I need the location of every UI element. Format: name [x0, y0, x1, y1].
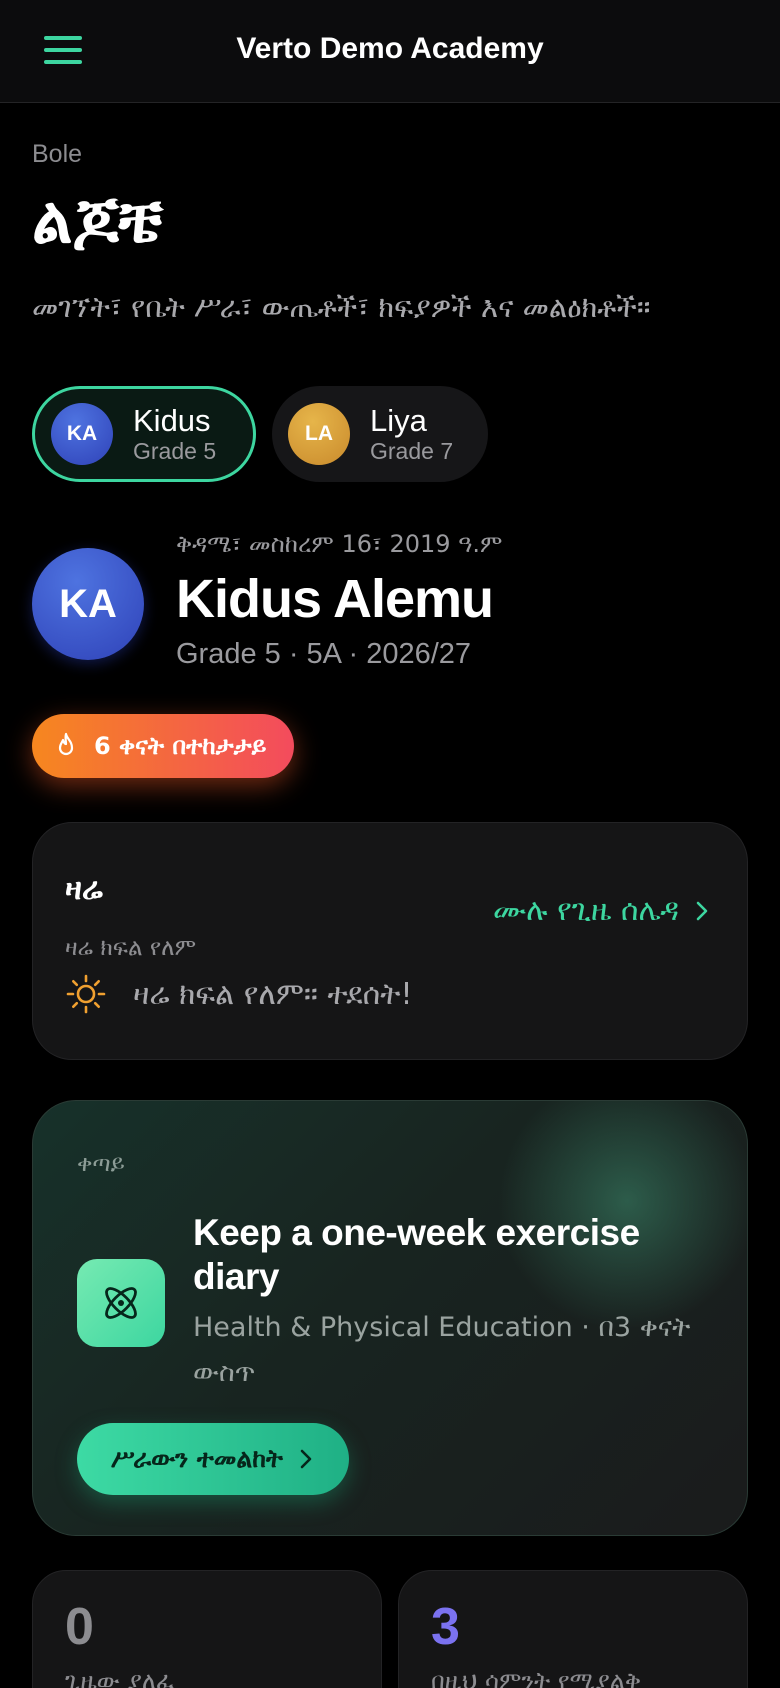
student-name: Kidus Alemu: [176, 569, 494, 629]
page-title: ልጆቼ: [32, 184, 163, 258]
full-schedule-label: ሙሉ የጊዜ ሰሌዳ: [492, 893, 679, 928]
chevron-right-icon: [300, 1449, 312, 1469]
location-label: Bole: [32, 140, 83, 168]
flame-icon: [58, 732, 74, 756]
stat-label: በዚህ ሳምንት የሚያልቅ: [431, 1667, 642, 1688]
chevron-right-icon: [696, 901, 708, 920]
sun-icon: [66, 974, 106, 1014]
student-meta: Grade 5 · 5A · 2026/27: [176, 638, 472, 670]
avatar: KA: [51, 403, 113, 465]
view-task-button[interactable]: ሥራውን ተመልከት: [77, 1423, 349, 1495]
next-task-card: ቀጣይ Keep a one-week exercise diary Healt…: [32, 1100, 748, 1536]
child-name: Kidus: [133, 402, 211, 438]
avatar: LA: [288, 403, 350, 465]
streak-label: 6 ቀናት በተከታታይ: [94, 732, 267, 760]
stat-label: ጊዜው ያለፈ: [65, 1667, 174, 1688]
today-card: ዛሬ ሙሉ የጊዜ ሰሌዳ ዛሬ ክፍል የለም ዛሬ ክፍል የለም። ተደሰ…: [32, 822, 748, 1060]
today-message: ዛሬ ክፍል የለም። ተደሰት!: [133, 976, 413, 1012]
view-task-label: ሥራውን ተመልከት: [111, 1444, 283, 1473]
child-name: Liya: [370, 402, 427, 438]
stat-card-due-this-week[interactable]: 3 በዚህ ሳምንት የሚያልቅ: [398, 1570, 748, 1688]
atom-icon: [105, 1287, 137, 1319]
child-grade: Grade 7: [370, 438, 454, 465]
stat-value: 0: [65, 1598, 94, 1656]
streak-badge: 6 ቀናት በተከታታይ: [32, 714, 295, 778]
child-chip-liya[interactable]: LA Liya Grade 7: [272, 386, 488, 482]
child-chip-kidus[interactable]: KA Kidus Grade 5: [32, 386, 256, 482]
current-date: ቅዳሜ፣ መስከረም 16፣ 2019 ዓ.ም: [176, 530, 503, 558]
today-subtitle: ዛሬ ክፍል የለም: [65, 935, 197, 961]
task-meta: Health & Physical Education · በ3 ቀናት ውስጥ: [193, 1312, 691, 1388]
full-schedule-link[interactable]: ሙሉ የጊዜ ሰሌዳ: [493, 893, 709, 928]
stat-value: 3: [431, 1598, 460, 1656]
page-subtitle: መገኘት፣ የቤት ሥራ፣ ውጤቶች፣ ክፍያዎች እና መልዕክቶች።: [32, 290, 651, 324]
child-grade: Grade 5: [133, 438, 217, 465]
stat-card-overdue[interactable]: 0 ጊዜው ያለፈ: [32, 1570, 382, 1688]
app-title: Verto Demo Academy: [236, 32, 544, 65]
today-title: ዛሬ: [65, 871, 103, 907]
top-app-bar: Verto Demo Academy: [0, 0, 780, 103]
next-label: ቀጣይ: [77, 1151, 125, 1177]
subject-icon-tile: [77, 1259, 165, 1347]
profile-avatar: KA: [32, 548, 144, 660]
task-title: Keep a one-week exercise diary: [193, 1212, 640, 1297]
